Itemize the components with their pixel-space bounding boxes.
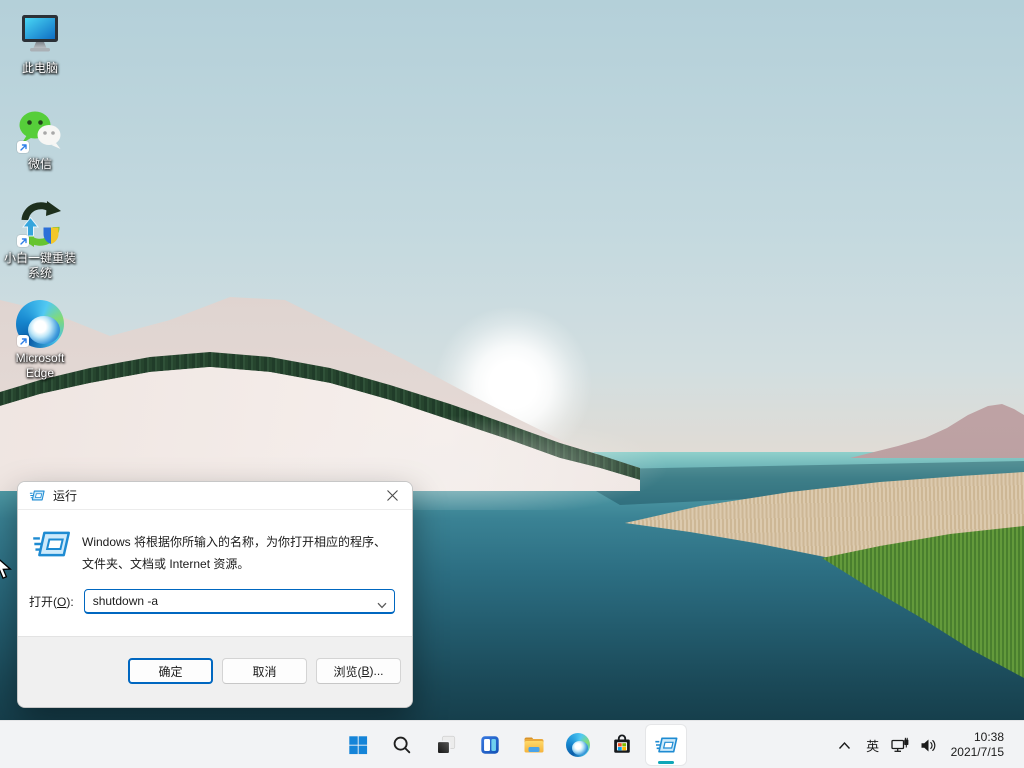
chevron-down-icon[interactable] [377, 598, 387, 612]
desktop-icon-xiaobai[interactable]: 小白一键重装 系统 [1, 200, 79, 281]
browse-button[interactable]: 浏览(B)... [316, 658, 401, 684]
desktop-screen: 此电脑 微信 [0, 0, 1024, 768]
network-button[interactable] [887, 725, 915, 765]
shortcut-arrow-icon [17, 141, 29, 153]
desktop-icon-label: 此电脑 [22, 61, 58, 76]
ethernet-icon [891, 737, 910, 754]
desktop-icon-this-pc[interactable]: 此电脑 [1, 10, 79, 76]
xiaobai-reinstall-icon [16, 200, 64, 248]
run-command-input[interactable] [84, 589, 395, 614]
taskbar: 英 10 [0, 720, 1024, 768]
run-dialog-description: Windows 将根据你所输入的名称，为你打开相应的程序、 文件夹、文档或 In… [82, 531, 400, 575]
tray-time: 10:38 [974, 730, 1004, 745]
run-dialog-footer: 确定 取消 浏览(B)... [18, 636, 412, 707]
shortcut-arrow-icon [17, 335, 29, 347]
widgets-button[interactable] [470, 725, 510, 765]
open-label: 打开(O): [29, 593, 74, 610]
run-dialog-title: 运行 [53, 487, 77, 504]
active-app-indicator [658, 761, 674, 764]
edge-icon [16, 300, 64, 348]
run-command-combobox [84, 589, 395, 614]
desktop-icon-label: 微信 [28, 157, 52, 172]
search-icon [391, 734, 413, 756]
volume-button[interactable] [915, 725, 943, 765]
task-view-icon [435, 734, 457, 756]
this-pc-icon [16, 10, 64, 58]
run-icon [654, 736, 678, 754]
search-button[interactable] [382, 725, 422, 765]
clock[interactable]: 10:38 2021/7/15 [947, 730, 1008, 760]
desktop-icon-edge[interactable]: Microsoft Edge [1, 300, 79, 381]
run-dialog-titlebar[interactable]: 运行 [18, 482, 412, 510]
file-explorer-icon [522, 733, 546, 757]
chevron-up-icon [838, 741, 851, 750]
ime-indicator[interactable]: 英 [859, 725, 887, 765]
desktop-icon-label: 小白一键重装 系统 [4, 251, 76, 281]
wechat-icon [16, 106, 64, 154]
task-view-button[interactable] [426, 725, 466, 765]
edge-button[interactable] [558, 725, 598, 765]
hidden-icons-button[interactable] [831, 725, 859, 765]
run-dialog: 运行 Windows 将根据你所输入的名称，为你打开相应的程序、 文件夹、文档或… [17, 481, 413, 708]
start-button[interactable] [338, 725, 378, 765]
store-icon [611, 734, 633, 756]
speaker-icon [920, 738, 937, 753]
system-tray: 英 10 [831, 721, 1024, 768]
store-button[interactable] [602, 725, 642, 765]
desktop-icon-wechat[interactable]: 微信 [1, 106, 79, 172]
tray-date: 2021/7/15 [951, 745, 1004, 760]
run-icon-large [31, 529, 71, 562]
run-icon [29, 489, 45, 502]
edge-icon [566, 733, 590, 757]
file-explorer-button[interactable] [514, 725, 554, 765]
windows-logo-icon [347, 734, 369, 756]
close-icon[interactable] [372, 482, 412, 509]
desktop-icon-label: Microsoft Edge [16, 351, 65, 381]
widgets-icon [479, 734, 501, 756]
shortcut-arrow-icon [17, 235, 29, 247]
cancel-button[interactable]: 取消 [222, 658, 307, 684]
ok-button[interactable]: 确定 [128, 658, 213, 684]
run-taskbar-button[interactable] [646, 725, 686, 765]
